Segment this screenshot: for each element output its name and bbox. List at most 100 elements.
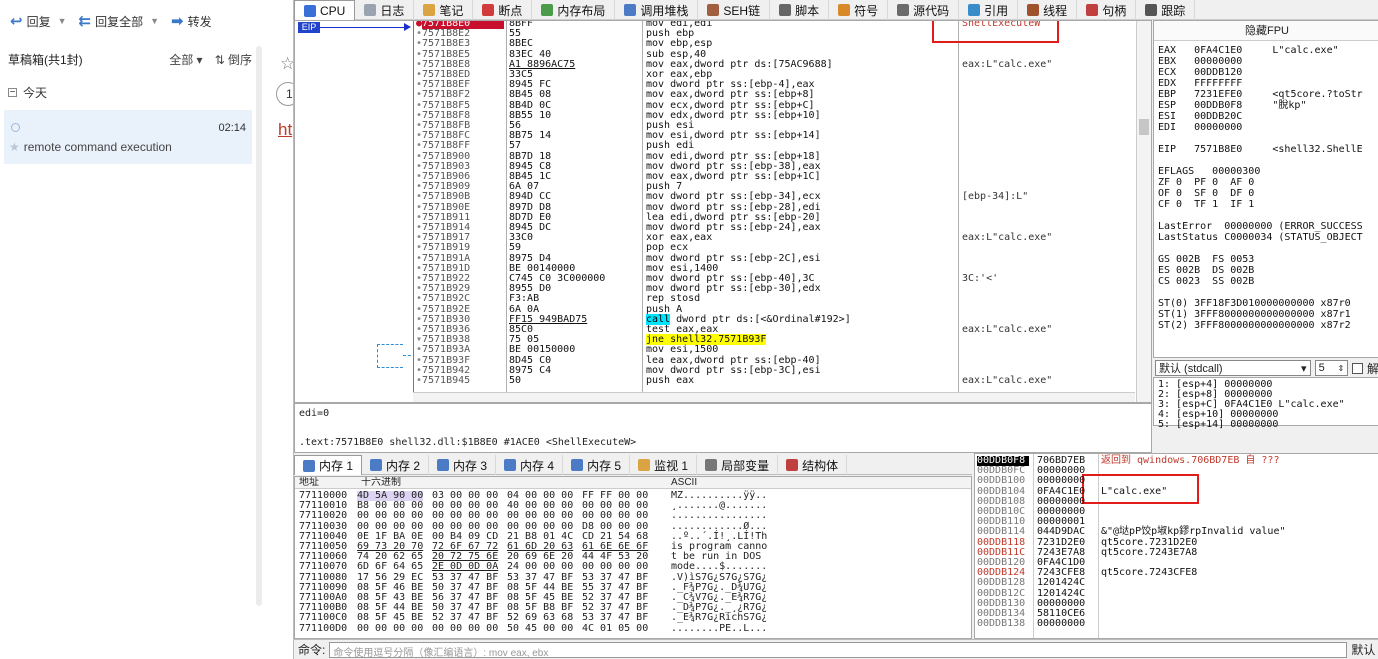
register-line[interactable]: GS 002B FS 0053 bbox=[1158, 254, 1254, 265]
tab-icon bbox=[571, 459, 584, 471]
memory-tab-7[interactable]: 结构体 bbox=[778, 455, 848, 475]
memory-tab-3[interactable]: 内存 4 bbox=[496, 455, 564, 475]
tab-3[interactable]: 断点 bbox=[473, 0, 533, 20]
calling-convention-select[interactable]: 默认 (stdcall) ▾ bbox=[1155, 360, 1311, 376]
stack-row[interactable]: 00DDB108 00000000 bbox=[975, 496, 1375, 507]
register-line[interactable]: ESP 00DDB0F8 "脫kp" bbox=[1158, 100, 1306, 111]
hide-fpu-button[interactable]: 隐藏FPU bbox=[1154, 21, 1378, 41]
register-line[interactable]: CF 0 TF 1 IF 1 bbox=[1158, 199, 1254, 210]
filter-dropdown[interactable]: 全部 ▾ bbox=[169, 51, 202, 68]
lock-checkbox[interactable] bbox=[1352, 362, 1363, 374]
disassembly-scrollbar[interactable] bbox=[1136, 21, 1151, 402]
tab-label: 内存布局 bbox=[557, 3, 606, 18]
tab-6[interactable]: SEH链 bbox=[698, 0, 771, 20]
disasm-instruction: rep stosd bbox=[646, 293, 701, 305]
stack-pane[interactable]: 00DDB0F8 706BD7EB 返回到 qwindows.706BD7EB 自 … bbox=[974, 453, 1378, 639]
disassembly-list[interactable]: ● 7571B8E0 8BFF mov edi,edi ShellExecuteW • 75… bbox=[413, 21, 1136, 402]
register-line[interactable]: EBP 7231EFE0 <qt5core.?toStr bbox=[1158, 89, 1363, 100]
tab-label: 符号 bbox=[854, 3, 879, 18]
forward-button[interactable]: ➡ 转发 bbox=[167, 8, 216, 34]
tab-5[interactable]: 调用堆栈 bbox=[615, 0, 699, 20]
command-input[interactable]: 命令使用逗号分隔（像汇编语言）: mov eax, ebx bbox=[329, 641, 1348, 659]
disasm-row[interactable]: • 7571B945 50 push eax eax:L"calc.exe" bbox=[414, 375, 1136, 386]
calling-convention-bar: 默认 (stdcall) ▾ 5 ⇕ 解 bbox=[1153, 358, 1378, 378]
memory-tab-4[interactable]: 内存 5 bbox=[563, 455, 631, 475]
disasm-row[interactable]: • 7571B8FC 8B75 14 mov esi,dword ptr ss:[eb… bbox=[414, 130, 1136, 141]
register-line[interactable]: ES 002B DS 002B bbox=[1158, 265, 1254, 276]
register-line[interactable]: EIP 7571B8E0 <shell32.ShellE bbox=[1158, 144, 1363, 155]
mail-group-header[interactable]: − 今天 bbox=[8, 84, 47, 101]
tab-4[interactable]: 内存布局 bbox=[532, 0, 616, 20]
stack-row[interactable]: 00DDB124 7243CFE8 qt5core.7243CFE8 bbox=[975, 567, 1375, 578]
memory-tab-0[interactable]: 内存 1 bbox=[294, 455, 363, 475]
memory-tab-6[interactable]: 局部变量 bbox=[697, 455, 779, 475]
dump-address: 771100D0 bbox=[299, 622, 348, 634]
register-line[interactable]: EDI 00000000 bbox=[1158, 122, 1242, 133]
disasm-row[interactable]: • 7571B917 33C0 xor eax,eax eax:L"calc.exe" bbox=[414, 232, 1136, 243]
register-line[interactable]: LastError 00000000 (ERROR_SUCCESS bbox=[1158, 221, 1363, 232]
register-line[interactable]: ST(2) 3FFF8000000000000000 x87r2 bbox=[1158, 320, 1351, 331]
dump-row[interactable]: 771100D0 00 00 00 00 00 00 00 00 50 45 00 0… bbox=[295, 622, 971, 634]
mail-time: 02:14 bbox=[218, 122, 246, 134]
tab-11[interactable]: 线程 bbox=[1018, 0, 1078, 20]
register-line[interactable]: ESI 00DDB20C bbox=[1158, 111, 1242, 122]
register-line[interactable]: ECX 00DDB120 bbox=[1158, 67, 1242, 78]
memory-tab-5[interactable]: 监视 1 bbox=[630, 455, 698, 475]
disassembly-hscrollbar[interactable] bbox=[413, 392, 1135, 402]
disasm-row[interactable]: • 7571B8F8 8B55 10 mov edx,dword ptr ss:[eb… bbox=[414, 110, 1136, 121]
stack-row[interactable]: 00DDB0F8 706BD7EB 返回到 qwindows.706BD7EB 自 … bbox=[975, 455, 1375, 467]
disassembly-pane[interactable]: EIP ● 7571B8E0 8BFF mov edi,edi ShellExecute… bbox=[294, 20, 1152, 403]
collapse-icon[interactable]: − bbox=[8, 88, 17, 98]
tab-10[interactable]: 引用 bbox=[959, 0, 1019, 20]
breakpoint-dot-icon[interactable]: • bbox=[416, 375, 422, 386]
register-line[interactable]: ST(0) 3FF18F3D010000000000 x87r0 bbox=[1158, 298, 1351, 309]
memory-tab-1[interactable]: 内存 2 bbox=[362, 455, 430, 475]
tab-13[interactable]: 跟踪 bbox=[1136, 0, 1196, 20]
memory-dump-pane[interactable]: 地址 十六进制 ASCII 77110000 4D 5A 90 00 03 00 0… bbox=[294, 476, 972, 639]
scroll-thumb[interactable] bbox=[1139, 119, 1149, 135]
register-line[interactable]: CS 0023 SS 002B bbox=[1158, 276, 1254, 287]
chevron-down-icon[interactable]: ▼ bbox=[150, 16, 159, 26]
register-line[interactable]: EDX FFFFFFFF bbox=[1158, 78, 1242, 89]
tab-label: 内存 4 bbox=[520, 458, 555, 473]
register-line[interactable]: EBX 00000000 bbox=[1158, 56, 1242, 67]
stack-row[interactable]: 00DDB0FC 00000000 bbox=[975, 465, 1375, 476]
stack-row[interactable]: 00DDB10C 00000000 bbox=[975, 506, 1375, 517]
register-line[interactable]: OF 0 SF 0 DF 0 bbox=[1158, 188, 1254, 199]
tab-9[interactable]: 源代码 bbox=[888, 0, 960, 20]
tab-2[interactable]: 笔记 bbox=[414, 0, 474, 20]
stack-row[interactable]: 00DDB128 1201424C bbox=[975, 578, 1375, 588]
arguments-pane[interactable]: 1: [esp+4] 00000000 2: [esp+8] 00000000 3:… bbox=[1153, 377, 1378, 430]
sort-button[interactable]: ⇅ 倒序 bbox=[215, 51, 252, 68]
register-line[interactable]: EAX 0FA4C1E0 L"calc.exe" bbox=[1158, 45, 1339, 56]
mail-list-item[interactable]: 02:14 ★ remote command execution bbox=[4, 110, 252, 164]
register-line[interactable]: LastStatus C0000034 (STATUS_OBJECT bbox=[1158, 232, 1363, 243]
register-line[interactable]: ST(1) 3FFF8000000000000000 x87r1 bbox=[1158, 309, 1351, 320]
tab-7[interactable]: 脚本 bbox=[770, 0, 830, 20]
arg-count-spinner[interactable]: 5 ⇕ bbox=[1314, 360, 1349, 376]
register-line[interactable]: EFLAGS 00000300 bbox=[1158, 166, 1260, 177]
jump-line bbox=[403, 355, 411, 356]
default-button[interactable]: 默认 bbox=[1351, 641, 1375, 658]
stack-row[interactable]: 00DDB100 00000000 bbox=[975, 476, 1375, 486]
stack-row[interactable]: 00DDB12C 1201424C bbox=[975, 588, 1375, 599]
stack-row[interactable]: 00DDB138 00000000 bbox=[975, 618, 1375, 629]
tab-label: 源代码 bbox=[913, 3, 950, 18]
star-icon[interactable]: ★ bbox=[9, 140, 20, 154]
tab-8[interactable]: 符号 bbox=[829, 0, 889, 20]
tab-0[interactable]: CPU bbox=[294, 0, 356, 20]
tab-12[interactable]: 句柄 bbox=[1077, 0, 1137, 20]
tab-1[interactable]: 日志 bbox=[355, 0, 415, 20]
stack-row[interactable]: 00DDB134 58110CE6 bbox=[975, 608, 1375, 619]
register-line[interactable]: ZF 0 PF 0 AF 0 bbox=[1158, 177, 1254, 188]
reply-all-button[interactable]: ⇇ 回复全部 ▼ bbox=[75, 8, 164, 34]
argument-line[interactable]: 5: [esp+14] 00000000 bbox=[1158, 419, 1278, 430]
stack-row[interactable]: 00DDB11C 7243E7A8 qt5core.7243E7A8 bbox=[975, 547, 1375, 558]
reply-button[interactable]: ↩ 回复 ▼ bbox=[6, 8, 71, 34]
preview-link[interactable]: ht bbox=[278, 120, 292, 140]
registers-pane[interactable]: 隐藏FPU EAX 0FA4C1E0 L"calc.exe" EBX 000000… bbox=[1153, 20, 1378, 358]
chevron-down-icon[interactable]: ▼ bbox=[58, 16, 67, 26]
stack-row[interactable]: 00DDB104 0FA4C1E0 L"calc.exe" bbox=[975, 486, 1375, 497]
memory-tab-2[interactable]: 内存 3 bbox=[429, 455, 497, 475]
stack-row[interactable]: 00DDB130 00000000 bbox=[975, 598, 1375, 609]
